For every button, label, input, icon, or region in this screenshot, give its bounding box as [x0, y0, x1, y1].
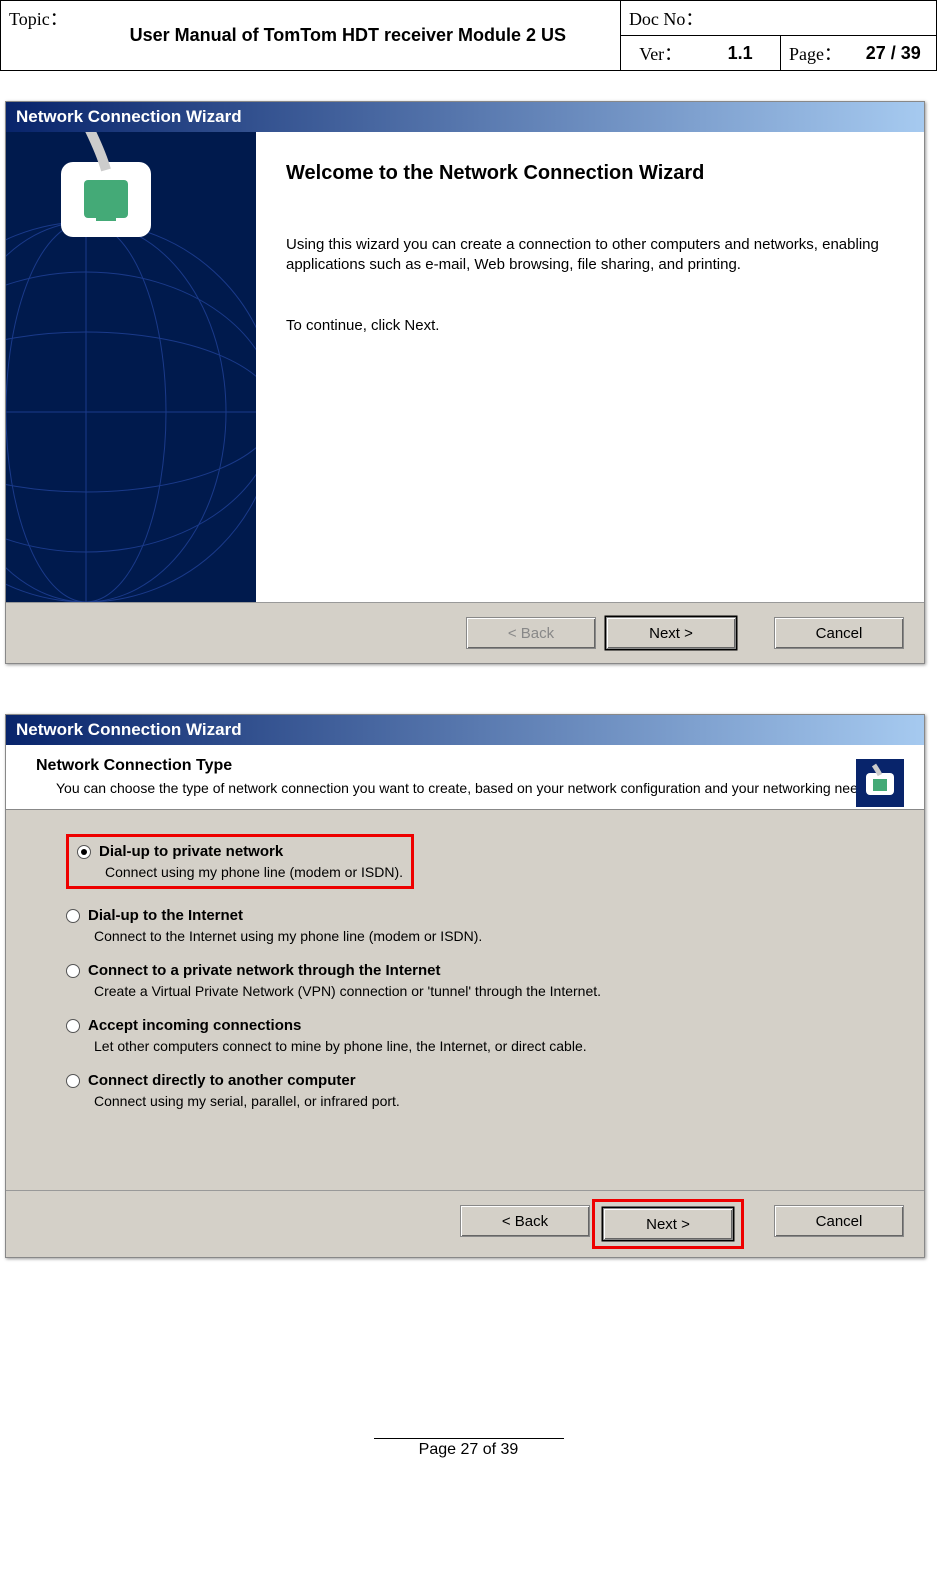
option-title: Dial-up to private network [99, 843, 283, 860]
option-description: Let other computers connect to mine by p… [94, 1038, 884, 1054]
wizard-footer: < Back Next > Cancel [6, 1190, 924, 1257]
option-description: Create a Virtual Private Network (VPN) c… [94, 983, 884, 999]
option-description: Connect using my phone line (modem or IS… [105, 864, 403, 880]
document-header: Topic： User Manual of TomTom HDT receive… [0, 0, 937, 71]
radio-dialup-private[interactable] [77, 845, 91, 859]
version-label: Ver： [620, 36, 700, 71]
doc-no-label: Doc No： [620, 1, 850, 36]
wizard-continue-text: To continue, click Next. [286, 316, 884, 336]
doc-no-value [850, 1, 936, 36]
option-description: Connect to the Internet using my phone l… [94, 928, 884, 944]
wizard-intro-text: Using this wizard you can create a conne… [286, 235, 884, 276]
wizard-titlebar: Network Connection Wizard [6, 102, 924, 132]
option-title: Accept incoming connections [88, 1017, 301, 1034]
radio-vpn[interactable] [66, 964, 80, 978]
back-button: < Back [466, 617, 596, 649]
wizard-subdescription: You can choose the type of network conne… [56, 779, 904, 797]
wizard-welcome-dialog: Network Connection Wizard [5, 101, 925, 664]
highlight-box: Next > [592, 1199, 744, 1249]
wizard-connection-type-dialog: Network Connection Wizard Network Connec… [5, 714, 925, 1258]
next-button[interactable]: Next > [606, 617, 736, 649]
page-footer: Page 27 of 39 [0, 1438, 937, 1459]
cancel-button[interactable]: Cancel [774, 1205, 904, 1237]
option-title: Connect directly to another computer [88, 1072, 356, 1089]
network-plug-icon [856, 759, 904, 807]
topic-label: Topic： [1, 1, 76, 71]
cancel-button[interactable]: Cancel [774, 617, 904, 649]
radio-incoming[interactable] [66, 1019, 80, 1033]
option-description: Connect using my serial, parallel, or in… [94, 1093, 884, 1109]
page-label: Page： [780, 36, 850, 71]
connection-type-options: Dial-up to private network Connect using… [6, 810, 924, 1190]
highlight-box: Dial-up to private network Connect using… [66, 834, 414, 889]
option-title: Connect to a private network through the… [88, 962, 441, 979]
next-button[interactable]: Next > [603, 1208, 733, 1240]
page-number: Page 27 of 39 [419, 1441, 519, 1458]
wizard-sidebar-graphic [6, 132, 256, 602]
radio-direct[interactable] [66, 1074, 80, 1088]
wizard-subheading: Network Connection Type [36, 757, 904, 775]
wizard-footer: < Back Next > Cancel [6, 602, 924, 663]
page-value: 27 / 39 [850, 36, 936, 71]
version-value: 1.1 [700, 36, 780, 71]
radio-dialup-internet[interactable] [66, 909, 80, 923]
wizard-titlebar: Network Connection Wizard [6, 715, 924, 745]
document-title: User Manual of TomTom HDT receiver Modul… [76, 1, 621, 71]
back-button[interactable]: < Back [460, 1205, 590, 1237]
option-title: Dial-up to the Internet [88, 907, 243, 924]
wizard-heading: Welcome to the Network Connection Wizard [286, 162, 884, 185]
